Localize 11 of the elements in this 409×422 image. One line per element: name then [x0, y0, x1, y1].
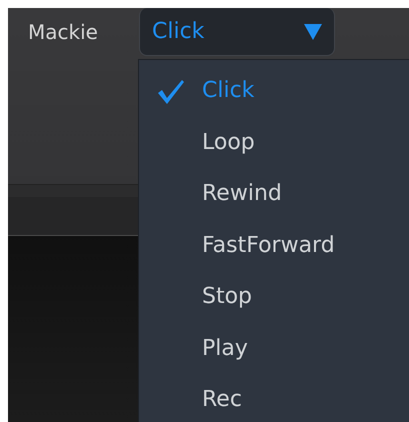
menu-item[interactable]: Loop	[139, 116, 409, 168]
menu-item[interactable]: FastForward	[139, 220, 409, 271]
menu-item[interactable]: Stop	[139, 271, 409, 322]
menu-item[interactable]: Play	[139, 322, 409, 374]
menu-item[interactable]: Rec	[139, 374, 409, 422]
checkmark-icon	[157, 79, 185, 105]
caret-icon	[304, 24, 322, 40]
menu-item[interactable]: Click	[139, 65, 409, 116]
mackie-label: Mackie	[28, 20, 99, 44]
mode-dropdown[interactable]: Click	[139, 8, 335, 56]
menu-item[interactable]: Rewind	[139, 168, 409, 220]
